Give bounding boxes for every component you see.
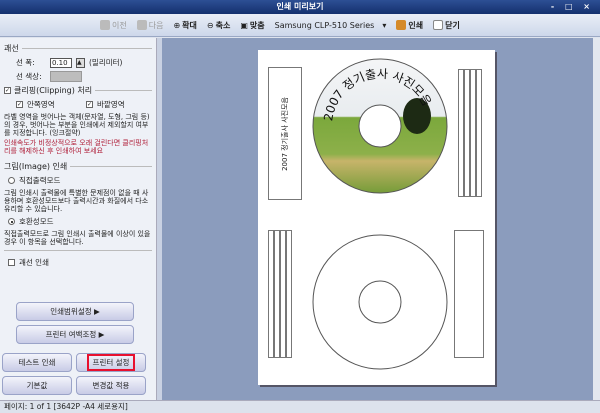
zoom-in-button[interactable]: ⊕ 확대 <box>173 20 196 31</box>
fit-icon: ▣ <box>240 20 248 30</box>
printer-setup-button[interactable]: 프린터 설정 <box>76 353 146 372</box>
cd-label-bottom <box>312 234 448 370</box>
zoom-out-icon: ⊖ <box>206 20 214 30</box>
fit-label: 맞춤 <box>249 20 265 30</box>
spine-strip <box>476 69 482 197</box>
clip-description: 라벨 영역을 벗어나는 객체(문자열, 도형, 그림 등)의 경우, 벗어나는 … <box>4 113 150 137</box>
title-bar: 인쇄 미리보기 - □ × <box>0 0 600 14</box>
exit-door-icon <box>433 20 444 30</box>
line-color-label: 선 색상: <box>16 72 42 81</box>
clip-checkbox[interactable]: ✓ <box>4 87 11 94</box>
front-label: 2007 정기출사 사진모음 <box>268 67 302 200</box>
line-width-row: 선 폭: 0.10 ▲ (밀리미터) <box>16 57 152 68</box>
next-label: 다음 <box>148 20 164 30</box>
test-print-button[interactable]: 테스트 인쇄 <box>2 353 72 372</box>
preview-page: 2007 정기출사 사진모음 2007 정기출사 사진모음 <box>258 50 495 385</box>
zoom-out-label: 축소 <box>215 20 231 30</box>
front-label-text: 2007 정기출사 사진모음 <box>281 96 289 171</box>
zoom-out-button[interactable]: ⊖ 축소 <box>207 20 230 31</box>
spin-icon[interactable]: ▲ <box>76 57 85 68</box>
line-color-row: 선 색상: <box>16 71 152 82</box>
line-group-label: 괘선 <box>4 44 19 53</box>
line-color-swatch[interactable] <box>50 71 82 82</box>
outside-checkbox[interactable]: ✓ <box>86 101 93 108</box>
compat-mode-label: 호환성모드 <box>19 217 54 226</box>
toolbar: 이전 다음 ⊕ 확대 ⊖ 축소 ▣ 맞춤 Samsung CLP-510 Series… <box>0 14 600 37</box>
close-button[interactable]: 닫기 <box>433 20 460 31</box>
printer-icon <box>396 20 407 30</box>
image-group-header: 그림(Image) 인쇄 <box>4 161 152 172</box>
zoom-in-label: 확대 <box>182 20 197 30</box>
print-range-button[interactable]: 인쇄범위설정 ▶ <box>16 302 134 321</box>
back-label <box>454 230 484 358</box>
direct-mode-radio[interactable] <box>8 177 15 184</box>
unit-label: (밀리미터) <box>89 58 123 67</box>
preview-area: 2007 정기출사 사진모음 2007 정기출사 사진모음 <box>162 38 593 400</box>
direct-mode-option[interactable]: 직접출력모드 <box>8 175 152 186</box>
next-page-icon <box>136 20 147 30</box>
fit-button[interactable]: ▣ 맞춤 <box>240 20 264 31</box>
window-title: 인쇄 미리보기 <box>276 2 324 11</box>
outside-label: 바깥영역 <box>97 100 125 109</box>
zoom-in-icon: ⊕ <box>173 20 181 30</box>
compat-mode-description: 직접출력모드로 그림 인쇄시 출력물에 이상이 있을경우 이 항목을 선택합니다… <box>4 230 151 246</box>
printer-select[interactable]: Samsung CLP-510 Series ▾ <box>275 21 387 30</box>
compat-mode-option[interactable]: 호환성모드 <box>8 216 152 227</box>
clip-group-label: 클리핑(Clipping) 처리 <box>14 86 93 95</box>
prev-label: 이전 <box>112 20 127 30</box>
settings-panel: 괘선 선 폭: 0.10 ▲ (밀리미터) 선 색상: ✓ 클리핑(Clipping) … <box>0 38 156 400</box>
border-print-option[interactable]: 괘선 인쇄 <box>8 257 152 268</box>
printer-margin-button[interactable]: 프린터 여백조정 ▶ <box>16 325 134 344</box>
prev-button[interactable]: 이전 <box>100 20 127 31</box>
inside-label: 안쪽영역 <box>27 100 55 109</box>
status-bar: 페이지: 1 of 1 [3642P -A4 세로용지] <box>0 400 600 413</box>
spine-strip <box>286 230 292 358</box>
clip-group-header: ✓ 클리핑(Clipping) 처리 <box>4 85 152 96</box>
default-button[interactable]: 기본값 <box>2 376 72 395</box>
inside-checkbox[interactable]: ✓ <box>16 101 23 108</box>
direct-mode-description: 그림 인쇄시 출력물에 특별한 문제점이 없을 때 사용하며 호환성모드보다 출… <box>4 189 149 213</box>
vertical-scrollbar[interactable] <box>593 38 600 400</box>
border-print-label: 괘선 인쇄 <box>19 258 49 267</box>
close-label: 닫기 <box>445 20 460 30</box>
line-width-label: 선 폭: <box>16 58 35 67</box>
print-button[interactable]: 인쇄 <box>396 20 423 31</box>
cd-label-top: 2007 정기출사 사진모음 <box>312 58 448 194</box>
next-button[interactable]: 다음 <box>136 20 164 31</box>
direct-mode-label: 직접출력모드 <box>19 176 61 185</box>
line-width-input[interactable]: 0.10 <box>50 57 72 68</box>
image-group-label: 그림(Image) 인쇄 <box>4 162 68 171</box>
line-group-header: 괘선 <box>4 43 152 54</box>
printer-setup-label: 프린터 설정 <box>86 354 136 371</box>
chevron-down-icon: ▾ <box>382 20 387 30</box>
apply-button[interactable]: 변경값 적용 <box>76 376 146 395</box>
printer-name: Samsung CLP-510 Series <box>274 20 375 30</box>
print-label: 인쇄 <box>408 20 424 30</box>
clip-warning: 인쇄속도가 비정상적으로 오래 걸린다면 클리핑처리를 해제하신 후 인쇄하여 … <box>4 139 149 155</box>
prev-page-icon <box>100 20 110 30</box>
border-print-checkbox[interactable] <box>8 259 15 266</box>
clip-options: ✓ 안쪽영역 ✓ 바깥영역 <box>16 99 152 110</box>
compat-mode-radio[interactable] <box>8 218 15 225</box>
window-controls[interactable]: - □ × <box>551 0 594 14</box>
